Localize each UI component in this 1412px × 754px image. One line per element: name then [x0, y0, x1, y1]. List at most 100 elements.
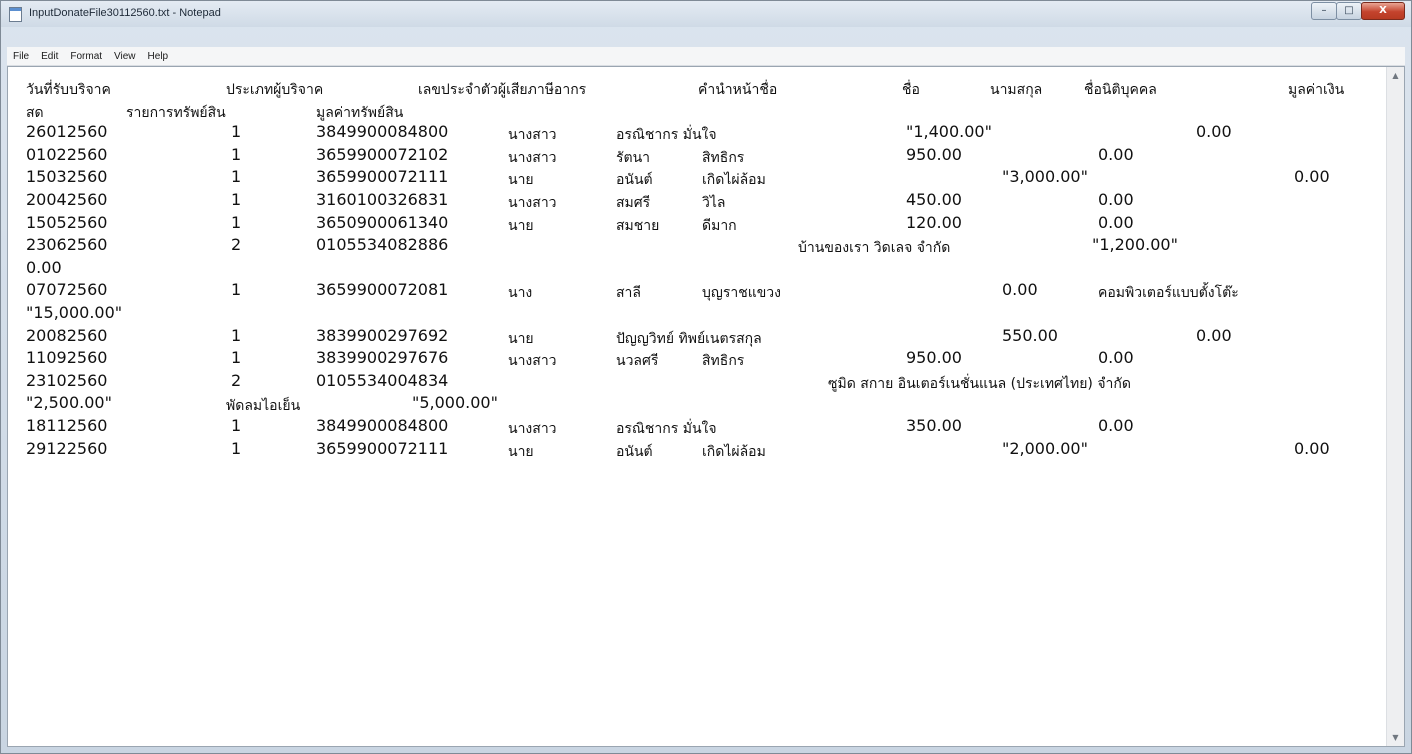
text-line: 20042560 1 3160100326831 นางสาว สมศรี วิ… [26, 190, 1386, 213]
menu-bar: File Edit Format View Help [7, 47, 1405, 66]
line-token: นาย [508, 172, 534, 189]
line-token: ดีมาก [702, 217, 737, 234]
line-token: "3,000.00" [1002, 167, 1088, 187]
line-token: นาย [508, 330, 534, 347]
menu-edit[interactable]: Edit [41, 51, 58, 62]
menu-file[interactable]: File [13, 51, 29, 62]
close-button[interactable]: X [1361, 2, 1405, 20]
maximize-button[interactable]: □ [1336, 2, 1362, 20]
line-token: ปัญญวิทย์ ทิพย์เนตรสกุล [616, 330, 762, 347]
line-token: 1 [231, 144, 242, 164]
text-line: 01022560 1 3659900072102 นางสาว รัตนา สิ… [26, 145, 1386, 168]
line-token: ซูมิด สกาย อินเตอร์เนชั่นแนล (ประเทศไทย)… [828, 375, 1131, 392]
line-token: นางสาว [508, 353, 557, 370]
text-editor[interactable]: วันที่รับบริจาค ประเภทผู้บริจาค เลขประจำ… [7, 66, 1405, 747]
line-token: วันที่รับบริจาค [26, 82, 111, 98]
line-token: 3659900072081 [316, 280, 449, 300]
line-token: 550.00 [1002, 325, 1058, 345]
vertical-scrollbar[interactable]: ▲ ▼ [1386, 67, 1404, 746]
line-token: "2,000.00" [1002, 438, 1088, 458]
window-title: InputDonateFile30112560.txt - Notepad [29, 7, 221, 19]
line-token: 0.00 [1196, 122, 1232, 142]
text-line: 15032560 1 3659900072111 นาย อนันต์ เกิด… [26, 167, 1386, 190]
minimize-icon: – [1321, 5, 1327, 16]
line-token: 0.00 [26, 257, 62, 277]
scroll-up-arrow-icon[interactable]: ▲ [1387, 67, 1404, 84]
line-token: ชื่อ [902, 82, 920, 98]
text-line: 20082560 1 3839900297692 นาย ปัญญวิทย์ ท… [26, 326, 1386, 349]
line-token: "1,400.00" [906, 122, 992, 142]
line-token: 18112560 [26, 415, 108, 435]
line-token: สาลี [616, 285, 641, 302]
line-token: มูลค่าทรัพย์สิน [316, 104, 404, 121]
line-token: 1 [231, 415, 242, 435]
line-token: 3160100326831 [316, 189, 449, 209]
line-token: 2 [231, 370, 242, 390]
line-token: สิทธิกร [702, 353, 745, 370]
line-token: 01022560 [26, 144, 108, 164]
line-token: 26012560 [26, 122, 108, 142]
line-token: คอมพิวเตอร์แบบตั้งโต๊ะ [1098, 285, 1239, 302]
line-token: "2,500.00" [26, 393, 112, 413]
text-line: สด รายการทรัพย์สิน มูลค่าทรัพย์สิน [26, 100, 1386, 123]
line-token: นางสาว [508, 194, 557, 211]
scroll-down-arrow-icon[interactable]: ▼ [1387, 729, 1404, 746]
line-token: เกิดไผ่ล้อม [702, 172, 766, 189]
line-token: ชื่อนิติบุคคล [1084, 82, 1157, 98]
menu-help[interactable]: Help [148, 51, 169, 62]
text-line: 23062560 2 0105534082886 บ้านของเรา วิดเ… [26, 235, 1386, 258]
text-line: "2,500.00" พัดลมไอเย็น "5,000.00" [26, 393, 1386, 416]
text-line: 23102560 2 0105534004834 ซูมิด สกาย อินเ… [26, 371, 1386, 394]
line-token: 0.00 [1098, 189, 1134, 209]
text-line: 26012560 1 3849900084800 นางสาว อรณิชากร… [26, 122, 1386, 145]
text-line: 15052560 1 3650900061340 นาย สมชาย ดีมาก… [26, 213, 1386, 236]
line-token: พัดลมไอเย็น [226, 398, 301, 415]
line-token: รัตนา [616, 149, 651, 166]
menu-view[interactable]: View [114, 51, 136, 62]
line-token: นางสาว [508, 149, 557, 166]
line-token: 23102560 [26, 370, 108, 390]
line-token: สิทธิกร [702, 149, 745, 166]
line-token: 15032560 [26, 167, 108, 187]
line-token: บุญราชแขวง [702, 285, 781, 302]
line-token: 450.00 [906, 189, 962, 209]
line-token: 0.00 [1002, 280, 1038, 300]
line-token: 0105534082886 [316, 235, 449, 255]
line-token: นาย [508, 443, 534, 460]
line-token: 0.00 [1196, 325, 1232, 345]
notepad-icon [9, 7, 22, 22]
line-token: 3849900084800 [316, 415, 449, 435]
menu-format[interactable]: Format [70, 51, 102, 62]
line-token: 1 [231, 348, 242, 368]
line-token: 350.00 [906, 415, 962, 435]
line-token: 23062560 [26, 235, 108, 255]
line-token: 950.00 [906, 144, 962, 164]
line-token: 950.00 [906, 348, 962, 368]
line-token: 11092560 [26, 348, 108, 368]
line-token: นางสาว [508, 127, 557, 144]
line-token: สมศรี [616, 194, 651, 211]
line-token: 1 [231, 212, 242, 232]
line-token: 0.00 [1294, 167, 1330, 187]
line-token: นาย [508, 217, 534, 234]
line-token: 0.00 [1098, 144, 1134, 164]
text-line: 0.00 [26, 258, 1386, 281]
line-token: รายการทรัพย์สิน [126, 104, 226, 121]
line-token: วิไล [702, 194, 726, 211]
line-token: อรณิชากร มั่นใจ [616, 420, 717, 437]
line-token: นวลศรี [616, 353, 659, 370]
line-token: 0.00 [1098, 348, 1134, 368]
line-token: บ้านของเรา วิดเลจ จำกัด [798, 240, 951, 257]
text-line: "15,000.00" [26, 303, 1386, 326]
line-token: 0.00 [1098, 212, 1134, 232]
minimize-button[interactable]: – [1311, 2, 1337, 20]
line-token: อรณิชากร มั่นใจ [616, 127, 717, 144]
line-token: 15052560 [26, 212, 108, 232]
line-token: 120.00 [906, 212, 962, 232]
title-bar[interactable]: InputDonateFile30112560.txt - Notepad – … [1, 1, 1411, 27]
line-token: 1 [231, 167, 242, 187]
line-token: 07072560 [26, 280, 108, 300]
text-line: 18112560 1 3849900084800 นางสาว อรณิชากร… [26, 416, 1386, 439]
line-token: คำนำหน้าชื่อ [698, 82, 778, 98]
line-token: 1 [231, 325, 242, 345]
